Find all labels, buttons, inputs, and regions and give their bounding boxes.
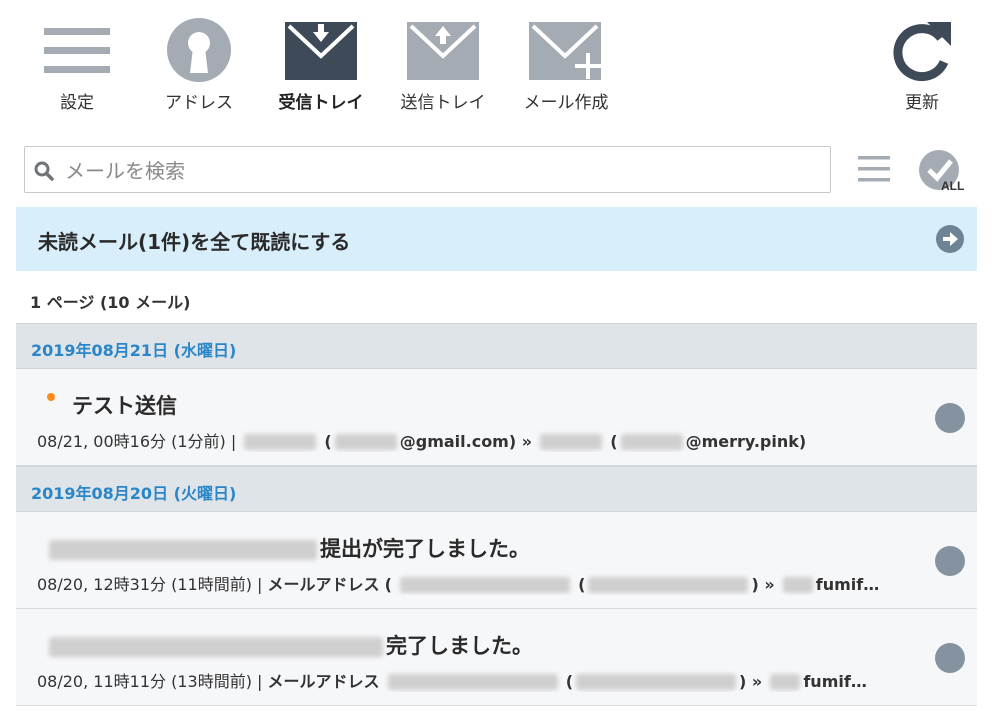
date-header: 2019年08月21日 (水曜日): [16, 323, 977, 369]
redacted-subject: [49, 540, 317, 560]
compose-button[interactable]: メール作成: [506, 18, 626, 113]
mail-subject-wrap: 提出が完了しました。: [46, 533, 530, 563]
redacted-address: [576, 674, 737, 690]
sent-button[interactable]: 送信トレイ: [383, 18, 503, 113]
unread-indicator: [47, 393, 55, 401]
arrow-right-circle-icon: [936, 225, 964, 253]
mail-time: 08/21, 00時16分 (1分前) |: [37, 432, 237, 451]
mail-sender: メールアドレス: [267, 672, 380, 691]
redacted-sender: [387, 674, 558, 690]
settings-label: 設定: [60, 93, 94, 113]
redacted-address: [620, 434, 683, 450]
inbox-label: 受信トレイ: [278, 93, 364, 113]
envelope-down-icon: [285, 22, 357, 80]
to-address: @merry.pink): [685, 432, 807, 451]
read-toggle[interactable]: [935, 403, 965, 433]
envelope-plus-icon: [529, 22, 601, 80]
mark-all-read-label: 未読メール(1件)を全て既読にする: [38, 230, 351, 254]
toolbar: 設定 アドレス 受信トレイ 送信トレイ メール作成 更新: [0, 0, 1000, 130]
select-all-button[interactable]: ALL: [917, 148, 969, 198]
redacted-recipient: [782, 577, 813, 593]
compose-label: メール作成: [523, 93, 609, 113]
refresh-label: 更新: [905, 93, 939, 113]
paren-open: (: [565, 672, 574, 691]
mail-sender: メールアドレス: [267, 575, 380, 594]
search-input[interactable]: [63, 147, 827, 194]
mail-list: 2019年08月21日 (水曜日) テスト送信 08/21, 00時16分 (1…: [16, 323, 977, 706]
mail-item[interactable]: 提出が完了しました。 08/20, 12時31分 (11時間前) | メールアド…: [16, 512, 977, 609]
redacted-sender: [400, 577, 571, 593]
redacted-subject: [49, 637, 383, 657]
redacted-address: [334, 434, 397, 450]
paren-open: (: [384, 575, 392, 594]
mail-subject: 完了しました。: [386, 634, 533, 658]
redacted-sender: [244, 434, 317, 450]
check-all-icon: ALL: [919, 150, 964, 193]
refresh-button[interactable]: 更新: [862, 18, 982, 113]
mail-time: 08/20, 12時31分 (11時間前) |: [37, 575, 263, 594]
mail-time: 08/20, 11時11分 (13時間前) |: [37, 672, 263, 691]
address-label: アドレス: [165, 93, 233, 113]
mail-subject: 提出が完了しました。: [320, 537, 530, 561]
read-toggle[interactable]: [935, 643, 965, 673]
page-info: 1 ページ (10 メール): [30, 293, 191, 312]
date-header-label: 2019年08月20日 (火曜日): [31, 484, 237, 503]
date-header-label: 2019年08月21日 (水曜日): [31, 341, 237, 360]
date-header: 2019年08月20日 (火曜日): [16, 466, 977, 512]
list-menu-icon[interactable]: [857, 154, 891, 184]
redacted-recipient: [770, 674, 801, 690]
mail-item[interactable]: 完了しました。 08/20, 11時11分 (13時間前) | メールアドレス …: [16, 609, 977, 706]
mail-subject-wrap: 完了しました。: [46, 630, 533, 660]
refresh-icon: [893, 22, 951, 82]
to-address: fumif…: [803, 672, 867, 691]
paren-close: ) »: [751, 575, 775, 594]
to-address: fumif…: [815, 575, 880, 594]
envelope-up-icon: [407, 22, 479, 80]
from-address: @gmail.com) »: [399, 432, 533, 451]
hamburger-icon: [44, 28, 110, 73]
settings-button[interactable]: 設定: [17, 18, 137, 113]
mail-item[interactable]: テスト送信 08/21, 00時16分 (1分前) | (@gmail.com)…: [16, 369, 977, 466]
read-toggle[interactable]: [935, 546, 965, 576]
keyhole-icon: [167, 18, 231, 82]
redacted-address: [588, 577, 749, 593]
search-icon: [34, 161, 54, 181]
paren-open: (: [578, 575, 586, 594]
mark-all-read-banner[interactable]: 未読メール(1件)を全て既読にする: [16, 207, 977, 271]
mail-meta: 08/20, 11時11分 (13時間前) | メールアドレス ( ) » fum…: [37, 668, 907, 692]
sent-label: 送信トレイ: [400, 93, 486, 113]
redacted-recipient: [540, 434, 603, 450]
all-badge: ALL: [941, 179, 964, 193]
search-box: [24, 146, 831, 194]
mail-meta: 08/21, 00時16分 (1分前) | (@gmail.com) » (@m…: [37, 432, 807, 451]
inbox-button[interactable]: 受信トレイ: [261, 18, 381, 113]
paren-close: ) »: [739, 672, 763, 691]
address-button[interactable]: アドレス: [139, 18, 259, 113]
mail-subject: テスト送信: [72, 394, 177, 418]
mail-meta: 08/20, 12時31分 (11時間前) | メールアドレス ( ( ) » f…: [37, 571, 907, 595]
